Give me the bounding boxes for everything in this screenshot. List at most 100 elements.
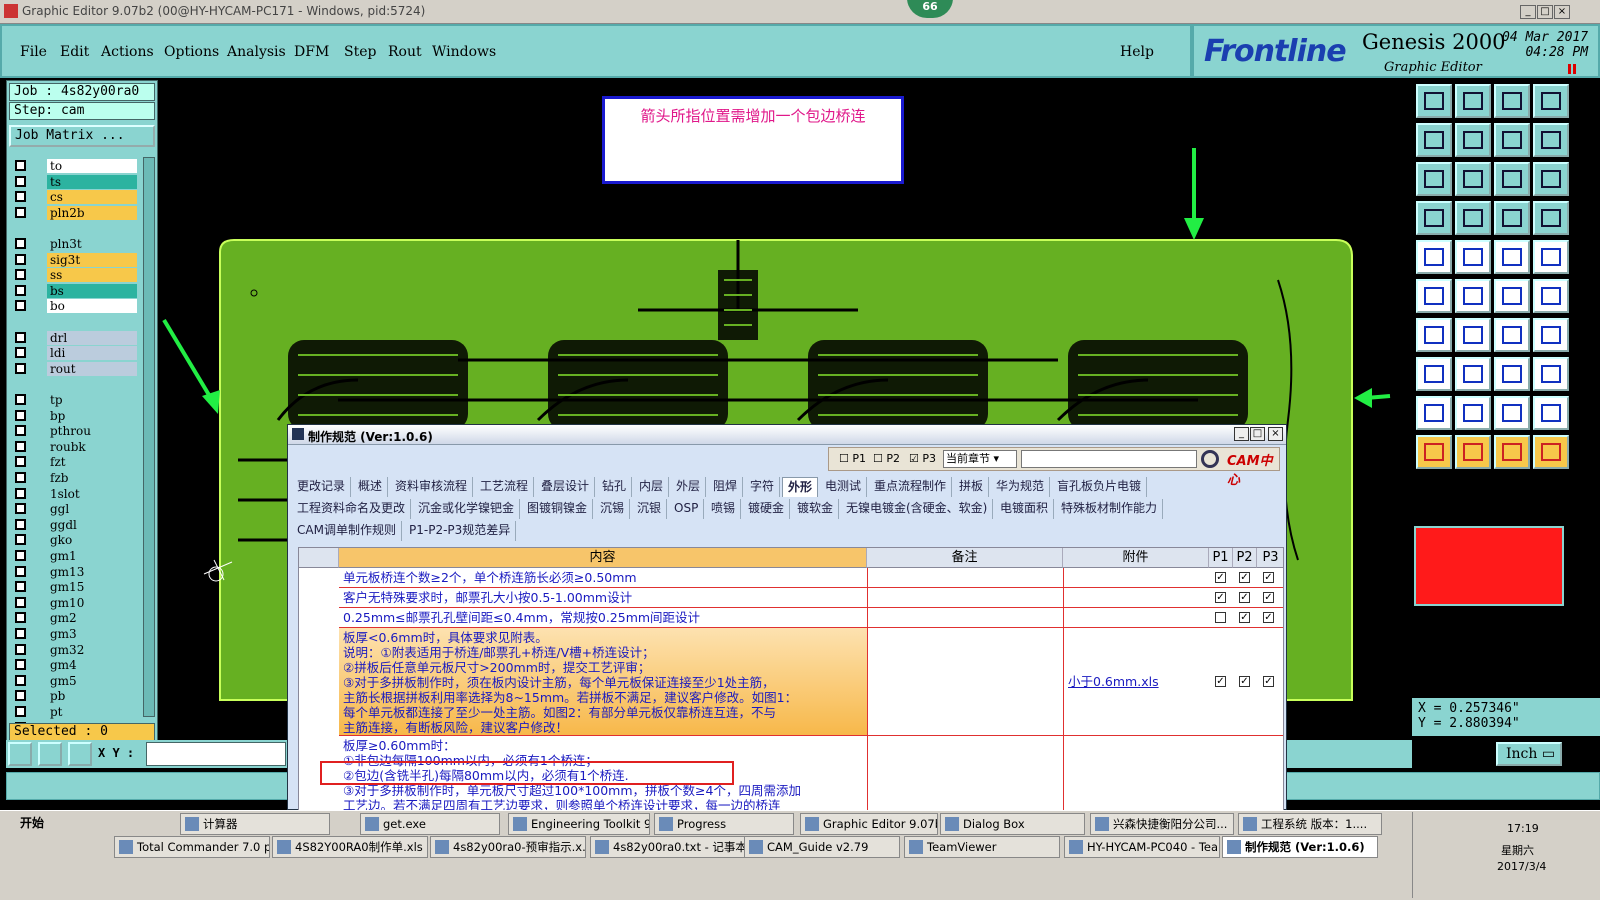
job-matrix-button[interactable]: Job Matrix ... [9,125,155,147]
menu-analysis[interactable]: Analysis [227,44,286,60]
tool-button-3-0[interactable] [1416,201,1452,235]
tool-button-2-1[interactable] [1455,162,1491,196]
layer-checkbox[interactable] [15,394,26,405]
layer-checkbox[interactable] [15,612,26,624]
p2-checkbox[interactable]: ✓ [1239,592,1250,603]
layer-checkbox[interactable] [15,300,26,312]
layer-name[interactable]: fzb [47,471,137,485]
menu-windows[interactable]: Windows [432,44,496,60]
layer-row-12[interactable]: tp [11,393,137,407]
layer-name[interactable]: pthrou [47,424,137,439]
taskbar-item[interactable]: Progress [654,813,794,835]
tool-button-1-2[interactable] [1494,123,1530,157]
layer-name[interactable]: pb [47,689,137,704]
layer-row-14[interactable]: pthrou [11,424,137,439]
layer-name[interactable]: pln2b [47,205,137,220]
table-row[interactable]: 0.25mm≤邮票孔孔壁间距≤0.4mm，常规按0.25mm间距设计 ✓ ✓ [339,608,1283,628]
taskbar-item[interactable]: 兴森快捷衡阳分公司... [1090,813,1234,835]
overview-window[interactable] [1414,526,1564,606]
layer-checkbox[interactable] [15,284,26,296]
layer-name[interactable]: gm5 [47,673,137,688]
layer-name[interactable]: to [47,159,137,173]
layer-name[interactable]: ts [47,174,137,189]
row-attachment-link[interactable] [1063,736,1209,810]
taskbar-item[interactable]: TeamViewer [904,836,1060,858]
tool-button-5-3[interactable] [1533,279,1569,313]
tool-button-3-1[interactable] [1455,201,1491,235]
layer-name[interactable]: gm32 [47,642,137,657]
layer-row-13[interactable]: bp [11,408,137,423]
menu-edit[interactable]: Edit [60,44,89,60]
tool-button-2-0[interactable] [1416,162,1452,196]
p1-checkbox[interactable]: ✓ [1215,592,1226,603]
tab-tabs_row2-6[interactable]: 喷锡 [706,499,742,519]
layer-row-31[interactable]: pb [11,689,137,704]
layer-checkbox[interactable] [15,550,26,561]
layer-checkbox[interactable] [15,659,26,671]
filter-p1[interactable]: ☐ P1 [839,452,866,465]
tool-button-6-2[interactable] [1494,318,1530,352]
layer-name[interactable]: drl [47,330,137,345]
table-row[interactable]: 客户无特殊要求时，邮票孔大小按0.5-1.00mm设计 ✓ ✓ ✓ [339,588,1283,608]
layer-row-23[interactable]: gm13 [11,564,137,579]
layer-checkbox[interactable] [15,362,26,374]
p2-checkbox[interactable]: ✓ [1239,676,1250,687]
layer-checkbox[interactable] [15,331,26,343]
tool-button-7-1[interactable] [1455,357,1491,391]
tool-button-0-3[interactable] [1533,84,1569,118]
layer-name[interactable]: gko [47,533,137,548]
tool-button-6-3[interactable] [1533,318,1569,352]
layer-checkbox[interactable] [15,596,26,608]
menu-step[interactable]: Step [344,44,376,60]
layer-name[interactable]: bo [47,299,137,314]
p2-checkbox[interactable]: ✓ [1239,572,1250,583]
tool-button-9-2[interactable] [1494,435,1530,469]
tool-button-8-3[interactable] [1533,396,1569,430]
layer-row-2[interactable]: cs [11,190,137,205]
layer-checkbox[interactable] [15,674,26,686]
layer-checkbox[interactable] [15,253,26,265]
layer-row-24[interactable]: gm15 [11,580,137,595]
tab-tabs_row2-9[interactable]: 无镍电镀金(含硬金、软金) [841,499,994,519]
layer-name[interactable]: roubk [47,439,137,454]
tool-button-9-3[interactable] [1533,435,1569,469]
layer-checkbox[interactable] [15,518,26,530]
pause-icon[interactable] [1568,64,1576,74]
tab-tabs_row2-4[interactable]: 沉银 [632,499,668,519]
tool-button-9-0[interactable] [1416,435,1452,469]
taskbar-item[interactable]: 4s82y00ra0-预审指示.x... [430,836,586,858]
layer-checkbox[interactable] [15,425,26,437]
tab-tabs_row2-1[interactable]: 沉金或化学镍钯金 [413,499,521,519]
layer-checkbox[interactable] [15,347,26,359]
tool-button-3-2[interactable] [1494,201,1530,235]
layer-row-21[interactable]: gko [11,533,137,548]
layer-name[interactable]: bp [47,408,137,423]
layer-row-3[interactable]: pln2b [11,205,137,220]
layer-checkbox[interactable] [15,628,26,639]
xy-input[interactable] [146,742,286,766]
filter-p3[interactable]: ☑ P3 [909,452,936,465]
start-button[interactable]: 开始 [2,813,54,835]
layer-checkbox[interactable] [15,191,26,203]
tab-tabs_row3-1[interactable]: P1-P2-P3规范差异 [404,521,517,541]
layer-checkbox[interactable] [15,206,26,218]
menu-help[interactable]: Help [1120,44,1154,60]
layer-name[interactable]: gm15 [47,580,137,595]
layer-row-29[interactable]: gm4 [11,658,137,673]
layer-name[interactable]: gm10 [47,595,137,610]
tab-tabs_row2-3[interactable]: 沉锡 [595,499,631,519]
tool-button-5-2[interactable] [1494,279,1530,313]
layer-name[interactable]: ggdl [47,517,137,532]
taskbar-item[interactable]: Graphic Editor 9.07b2 ... [800,813,938,835]
tool-button-6-1[interactable] [1455,318,1491,352]
tab-tabs_row2-0[interactable]: 工程资料命名及更改 [292,499,412,519]
filter-p2[interactable]: ☐ P2 [873,452,900,465]
layer-checkbox[interactable] [15,534,26,546]
measure-icon[interactable] [38,742,62,766]
menu-actions[interactable]: Actions [101,44,154,60]
tool-button-8-0[interactable] [1416,396,1452,430]
p3-checkbox[interactable]: ✓ [1263,612,1274,623]
tab-tabs_row1-2[interactable]: 资料审核流程 [390,477,474,497]
layer-row-27[interactable]: gm3 [11,627,137,641]
layer-checkbox[interactable] [15,409,26,421]
